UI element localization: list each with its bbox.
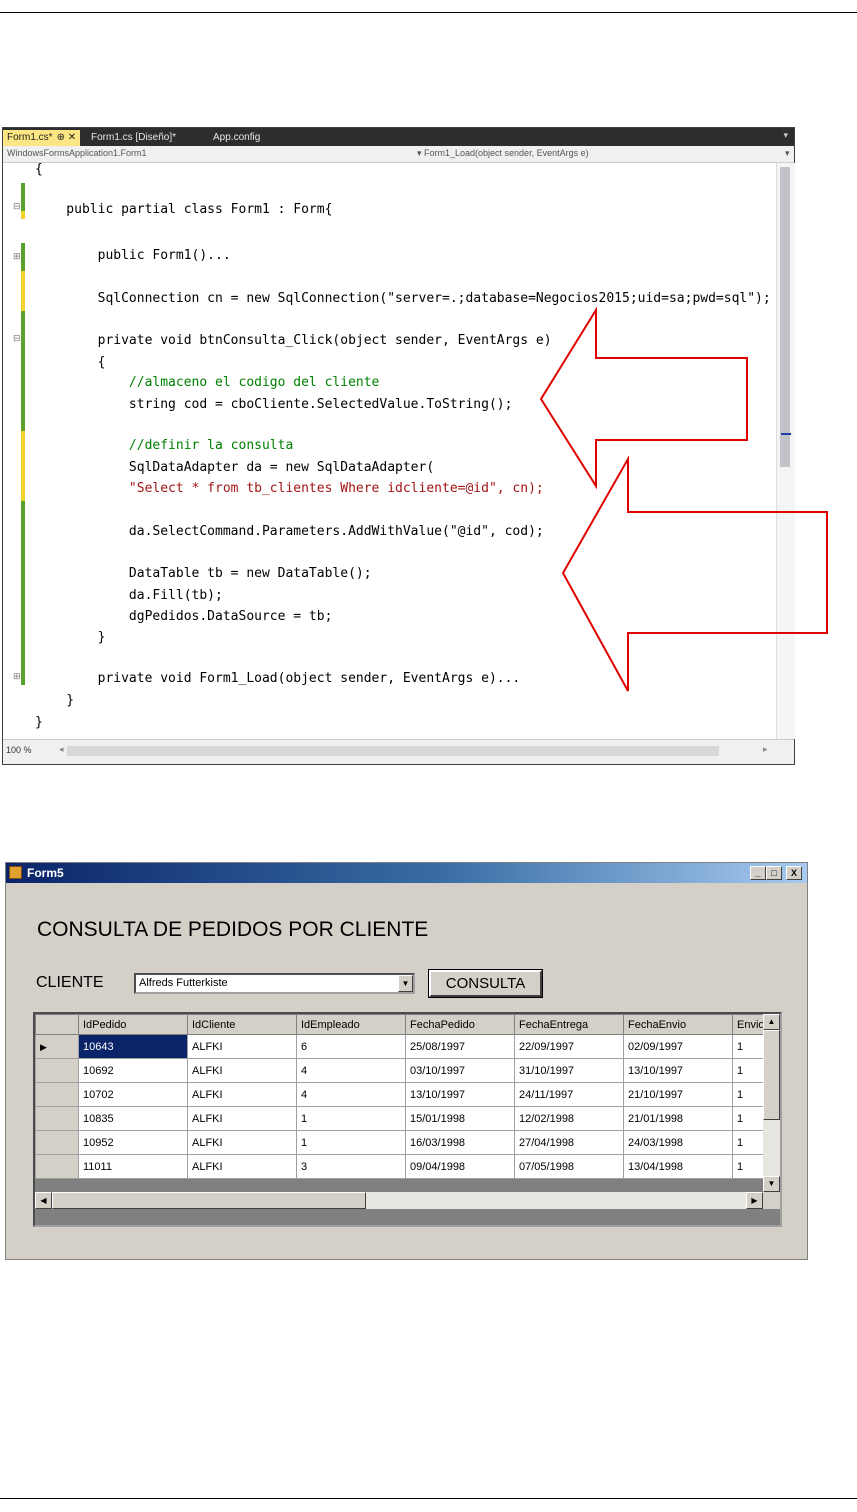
left-arrow-upper	[539, 306, 748, 490]
grid-cell[interactable]: 21/01/1998	[623, 1106, 733, 1131]
grid-cell[interactable]: 22/09/1997	[514, 1034, 624, 1059]
column-header[interactable]: IdEmpleado	[296, 1014, 406, 1035]
grid-cell[interactable]: 24/03/1998	[623, 1130, 733, 1155]
grid-cell[interactable]: 10692	[78, 1058, 188, 1083]
table-row[interactable]: 10952 ALFKI 1 16/03/1998 27/04/1998 24/0…	[35, 1130, 778, 1155]
combo-selected-value: Alfreds Futterkiste	[139, 977, 228, 989]
grid-cell[interactable]: 13/10/1997	[405, 1082, 515, 1107]
page-title: CONSULTA DE PEDIDOS POR CLIENTE	[37, 918, 429, 941]
chevron-down-icon[interactable]: ▼	[398, 975, 413, 992]
title-bar[interactable]: Form5 _ □ X	[6, 863, 807, 883]
app-icon	[9, 866, 22, 879]
grid-cell[interactable]: 31/10/1997	[514, 1058, 624, 1083]
grid-cell[interactable]: 02/09/1997	[623, 1034, 733, 1059]
grid-cell[interactable]: 11011	[78, 1154, 188, 1179]
grid-cell[interactable]: 21/10/1997	[623, 1082, 733, 1107]
table-row[interactable]: 11011 ALFKI 3 09/04/1998 07/05/1998 13/0…	[35, 1154, 778, 1179]
row-header[interactable]	[35, 1106, 79, 1131]
grid-cell[interactable]: 3	[296, 1154, 406, 1179]
scroll-down-icon[interactable]: ▼	[763, 1176, 780, 1192]
grid-cell[interactable]: ALFKI	[187, 1082, 297, 1107]
form5-window: Form5 _ □ X CONSULTA DE PEDIDOS POR CLIE…	[5, 862, 808, 1260]
column-header[interactable]: FechaPedido	[405, 1014, 515, 1035]
grid-cell[interactable]: 4	[296, 1058, 406, 1083]
grid-cell[interactable]: ALFKI	[187, 1106, 297, 1131]
grid-horizontal-scrollbar[interactable]: ◀ ▶	[35, 1192, 763, 1209]
grid-table: IdPedido IdCliente IdEmpleado FechaPedid…	[35, 1014, 778, 1179]
column-header[interactable]: FechaEntrega	[514, 1014, 624, 1035]
grid-cell[interactable]: 03/10/1997	[405, 1058, 515, 1083]
row-pointer-icon: ▶	[40, 1041, 47, 1052]
column-header[interactable]: FechaEnvio	[623, 1014, 733, 1035]
scroll-left-icon[interactable]: ◀	[35, 1192, 52, 1209]
grid-vertical-scrollbar[interactable]: ▲ ▼	[763, 1014, 780, 1192]
grid-cell[interactable]: 16/03/1998	[405, 1130, 515, 1155]
column-header[interactable]: IdCliente	[187, 1014, 297, 1035]
scrollbar-corner	[763, 1192, 780, 1209]
grid-cell[interactable]: 4	[296, 1082, 406, 1107]
grid-cell[interactable]: 10702	[78, 1082, 188, 1107]
grid-cell[interactable]: 15/01/1998	[405, 1106, 515, 1131]
pedidos-datagrid[interactable]: IdPedido IdCliente IdEmpleado FechaPedid…	[33, 1012, 782, 1227]
left-arrow-lower	[561, 455, 828, 692]
cliente-label: CLIENTE	[36, 974, 104, 991]
grid-cell[interactable]: 10952	[78, 1130, 188, 1155]
annotation-arrows	[539, 306, 828, 692]
grid-cell[interactable]: 25/08/1997	[405, 1034, 515, 1059]
grid-cell[interactable]: 27/04/1998	[514, 1130, 624, 1155]
grid-cell[interactable]: 09/04/1998	[405, 1154, 515, 1179]
window-title: Form5	[27, 866, 64, 880]
cliente-combobox[interactable]: Alfreds Futterkiste ▼	[134, 973, 415, 994]
bottom-rule	[0, 1498, 857, 1499]
grid-cell[interactable]: 12/02/1998	[514, 1106, 624, 1131]
grid-cell[interactable]: 6	[296, 1034, 406, 1059]
grid-cell[interactable]: 07/05/1998	[514, 1154, 624, 1179]
scroll-right-icon[interactable]: ▶	[746, 1192, 763, 1209]
minimize-button[interactable]: _	[750, 866, 766, 880]
table-row[interactable]: 10692 ALFKI 4 03/10/1997 31/10/1997 13/1…	[35, 1058, 778, 1083]
grid-cell[interactable]: 10835	[78, 1106, 188, 1131]
grid-cell[interactable]: ALFKI	[187, 1034, 297, 1059]
grid-cell[interactable]: 10643	[78, 1034, 188, 1059]
row-header[interactable]	[35, 1058, 79, 1083]
grid-cell[interactable]: 1	[296, 1106, 406, 1131]
grid-cell[interactable]: ALFKI	[187, 1130, 297, 1155]
grid-cell[interactable]: ALFKI	[187, 1058, 297, 1083]
grid-cell[interactable]: 1	[296, 1130, 406, 1155]
scrollbar-thumb[interactable]	[763, 1030, 780, 1120]
scrollbar-thumb[interactable]	[52, 1192, 366, 1209]
grid-cell[interactable]: ALFKI	[187, 1154, 297, 1179]
grid-header-row: IdPedido IdCliente IdEmpleado FechaPedid…	[35, 1014, 778, 1035]
grid-cell[interactable]: 24/11/1997	[514, 1082, 624, 1107]
table-row[interactable]: 10835 ALFKI 1 15/01/1998 12/02/1998 21/0…	[35, 1106, 778, 1131]
scroll-up-icon[interactable]: ▲	[763, 1014, 780, 1030]
row-header[interactable]: ▶	[35, 1034, 79, 1059]
row-header-corner	[35, 1014, 79, 1035]
table-row[interactable]: 10702 ALFKI 4 13/10/1997 24/11/1997 21/1…	[35, 1082, 778, 1107]
row-header[interactable]	[35, 1082, 79, 1107]
close-button[interactable]: X	[786, 866, 802, 880]
maximize-button[interactable]: □	[766, 866, 782, 880]
row-header[interactable]	[35, 1130, 79, 1155]
grid-cell[interactable]: 13/10/1997	[623, 1058, 733, 1083]
consulta-button[interactable]: CONSULTA	[428, 969, 543, 998]
column-header[interactable]: IdPedido	[78, 1014, 188, 1035]
grid-cell[interactable]: 13/04/1998	[623, 1154, 733, 1179]
table-row[interactable]: ▶ 10643 ALFKI 6 25/08/1997 22/09/1997 02…	[35, 1034, 778, 1059]
row-header[interactable]	[35, 1154, 79, 1179]
